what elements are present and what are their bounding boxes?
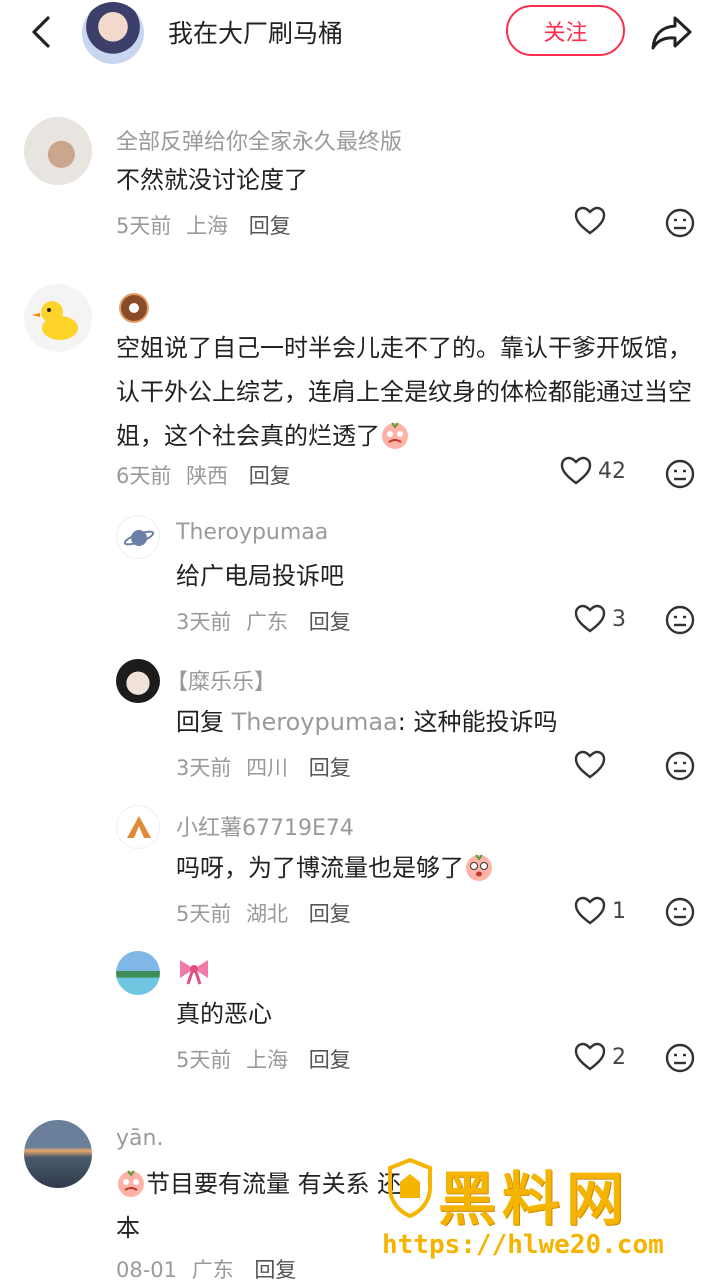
reply-button[interactable]: 回复 [309,610,351,634]
reply-item: 真的恶心 5天前 上海 回复 2 [0,948,720,1078]
user-avatar[interactable] [116,805,160,849]
comment-location: 湖北 [246,902,289,926]
like-count: 2 [612,1044,626,1070]
watermark: 黑料网 https://hlwe20.com [380,1152,710,1272]
bow-icon [180,960,208,985]
comment-text: 不然就没讨论度了 [116,166,308,194]
comment-time: 3天前 [176,610,232,634]
top-bar: 我在大厂刷马桶 关注 [0,0,720,64]
comment-item: 全部反弹给你全家永久最终版 不然就没讨论度了 5天前 上海 回复 [0,112,720,252]
comment-username[interactable]: yān. [116,1126,163,1151]
comment-location: 上海 [246,1048,289,1072]
comment-time: 5天前 [176,902,232,926]
heart-icon [574,750,606,779]
crying-emoji-icon [382,422,408,449]
shield-logo-icon [388,1158,432,1218]
comment-text-continued: 本 [116,1214,140,1242]
author-avatar[interactable] [82,2,144,64]
share-icon[interactable] [648,10,694,54]
comment-location: 陕西 [186,464,229,488]
comment-text: 给广电局投诉吧 [176,562,344,590]
dislike-icon[interactable] [664,604,696,636]
comment-item: 空姐说了自己一时半会儿走不了的。靠认干爹开饭馆，认干外公上综艺，连肩上全是纹身的… [0,282,720,502]
like-count: 3 [612,606,626,632]
comment-meta: 3天前 四川 回复 [176,752,351,782]
back-arrow-icon[interactable] [22,10,62,54]
user-avatar[interactable] [24,284,92,352]
heart-icon [560,456,592,485]
dislike-icon[interactable] [664,458,696,490]
comment-text: 空姐说了自己一时半会儿走不了的。靠认干爹开饭馆，认干外公上综艺，连肩上全是纹身的… [116,326,706,458]
dislike-icon[interactable] [664,1042,696,1074]
shocked-emoji-icon [466,854,492,881]
comment-time: 6天前 [116,464,172,488]
user-avatar[interactable] [24,117,92,185]
user-avatar[interactable] [116,515,160,559]
heart-icon [574,206,606,235]
watermark-url: https://hlwe20.com [382,1230,664,1260]
comment-meta: 5天前 湖北 回复 [176,898,351,928]
comment-text: 回复 Theroypumaa: 这种能投诉吗 [176,700,557,744]
comment-text-content: 节目要有流量 有关系 还 [146,1170,402,1198]
user-avatar[interactable] [24,1120,92,1188]
like-button[interactable]: 42 [560,456,626,486]
donut-icon [119,293,149,323]
like-button[interactable] [574,750,606,780]
reply-item: Theroypumaa 给广电局投诉吧 3天前 广东 回复 3 [0,512,720,642]
user-avatar[interactable] [116,951,160,995]
comment-location: 上海 [186,214,229,238]
comment-time: 3天前 [176,756,232,780]
planet-icon [123,530,155,546]
comment-meta: 5天前 上海 回复 [176,1044,351,1074]
reply-target[interactable]: Theroypumaa [232,708,398,736]
comment-meta: 3天前 广东 回复 [176,606,351,636]
reply-button[interactable]: 回复 [309,1048,351,1072]
comment-username[interactable]: 全部反弹给你全家永久最终版 [116,124,402,156]
reply-button[interactable]: 回复 [309,902,351,926]
like-button[interactable]: 1 [574,896,626,926]
reply-button[interactable]: 回复 [249,214,291,238]
comment-meta: 5天前 上海 回复 [116,210,291,240]
comment-text: 吗呀，为了博流量也是够了 [176,846,494,890]
tent-icon [127,816,151,838]
comment-location: 广东 [246,610,289,634]
comment-text: 真的恶心 [176,1000,272,1028]
comment-username[interactable]: 小红薯67719E74 [176,810,354,842]
author-name[interactable]: 我在大厂刷马桶 [168,14,343,50]
like-button[interactable]: 2 [574,1042,626,1072]
comment-text-content: : 这种能投诉吗 [397,708,558,736]
reply-item: 小红薯67719E74 吗呀，为了博流量也是够了 5天前 湖北 回复 1 [0,802,720,932]
like-button[interactable]: 3 [574,604,626,634]
reply-item: 【糜乐乐】 回复 Theroypumaa: 这种能投诉吗 3天前 四川 回复 [0,656,720,786]
comment-meta: 08-01 广东 回复 [116,1254,296,1280]
duck-icon [32,301,78,340]
comment-time: 5天前 [116,214,172,238]
comment-meta: 6天前 陕西 回复 [116,460,291,490]
heart-icon [574,1042,606,1071]
reply-button[interactable]: 回复 [309,756,351,780]
dislike-icon[interactable] [664,750,696,782]
heart-icon [574,604,606,633]
dislike-icon[interactable] [664,896,696,928]
heart-icon [574,896,606,925]
comment-location: 四川 [246,756,289,780]
comment-time: 08-01 [116,1258,178,1280]
comment-text-content: 吗呀，为了博流量也是够了 [176,854,464,882]
reply-button[interactable]: 回复 [254,1258,296,1280]
like-count: 42 [598,458,626,484]
comment-location: 广东 [191,1258,234,1280]
dislike-icon[interactable] [664,207,696,239]
follow-button[interactable]: 关注 [506,5,625,56]
reply-prefix: 回复 [176,708,224,736]
comment-time: 5天前 [176,1048,232,1072]
user-avatar[interactable] [116,659,160,703]
comment-username[interactable]: Theroypumaa [176,520,328,545]
comment-username[interactable]: 【糜乐乐】 [166,664,276,696]
crying-emoji-icon [118,1170,144,1197]
like-count: 1 [612,898,626,924]
reply-button[interactable]: 回复 [249,464,291,488]
like-button[interactable] [574,206,612,236]
watermark-title: 黑料网 [438,1165,631,1233]
